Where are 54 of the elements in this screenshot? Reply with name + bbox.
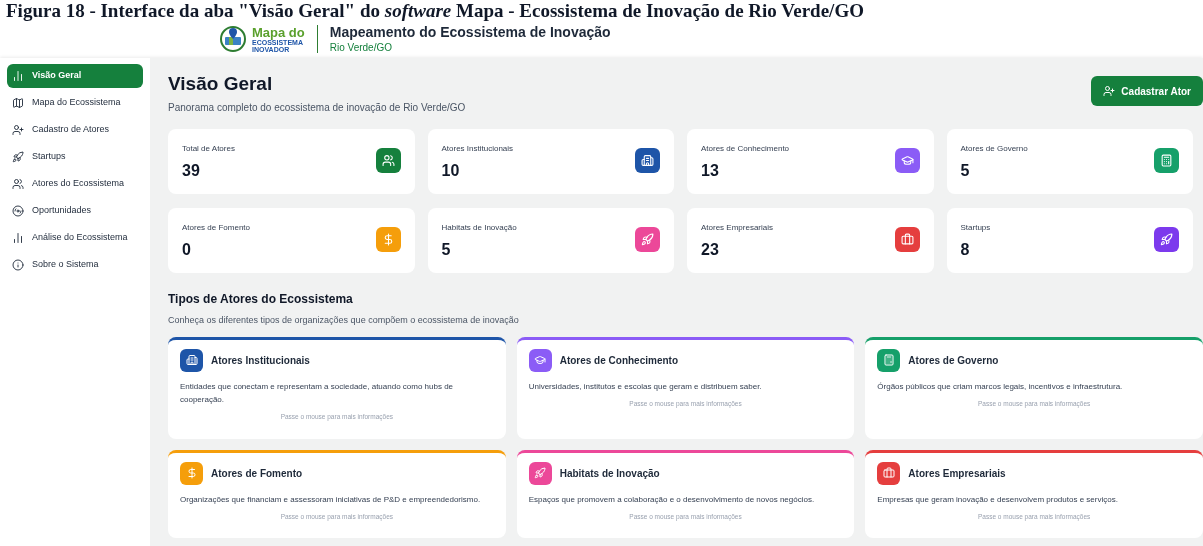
- card-title: Atores de Governo: [908, 353, 999, 368]
- card-description: Espaços que promovem a colaboração e o desenvolvimento de novos negócios.: [528, 493, 816, 506]
- card-description: Órgãos públicos que criam marcos legais, incentivos e infraestrutura.: [877, 380, 1124, 393]
- stat-label: Atores de Governo: [960, 143, 1028, 155]
- card-description: Empresas que geram inovação e desenvolvem produtos e serviços.: [877, 493, 1119, 506]
- stat-value: 23: [701, 240, 720, 260]
- stat-label: Startups: [960, 222, 991, 234]
- app-title: Mapeamento do Ecossistema de Inovação: [329, 24, 611, 42]
- rocket-icon: [12, 151, 24, 163]
- chart-icon: [12, 232, 24, 244]
- logo-title: Mapa do: [252, 25, 305, 39]
- page-subtitle: Panorama completo do ecossistema de inovação de Rio Verde/GO: [168, 101, 466, 115]
- chart-icon: [12, 70, 24, 82]
- section-title: Tipos de Atores do Ecossistema: [168, 291, 354, 308]
- card-title: Habitats de Inovação: [559, 466, 660, 481]
- user-plus-icon: [12, 124, 24, 136]
- card-title: Atores de Fomento: [211, 466, 303, 481]
- sidebar-item[interactable]: Oportunidades: [7, 199, 143, 223]
- sidebar-item[interactable]: Cadastro de Atores: [7, 118, 143, 142]
- map-icon: [12, 97, 24, 109]
- stat-label: Atores Institucionais: [441, 143, 514, 155]
- sidebar-item[interactable]: Atores do Ecossistema: [7, 172, 143, 196]
- sidebar-item[interactable]: Análise do Ecossistema: [7, 226, 143, 250]
- sidebar-item[interactable]: Startups: [7, 145, 143, 169]
- stat-label: Atores de Conhecimento: [701, 143, 790, 155]
- section-subtitle: Conheça os diferentes tipos de organizações que compõem o ecossistema de inovação: [168, 314, 520, 327]
- stat-value: 10: [441, 161, 461, 181]
- info-icon: [12, 259, 24, 271]
- stat-value: 13: [701, 161, 720, 181]
- stat-value: 5: [960, 161, 971, 181]
- card-title: Atores Institucionais: [211, 353, 310, 368]
- stat-value: 5: [441, 240, 452, 260]
- sidebar-item[interactable]: Mapa do Ecossistema: [7, 91, 143, 115]
- card-title: Atores Empresariais: [908, 466, 1006, 481]
- card-description: Universidades, institutos e escolas que geram e distribuem saber.: [528, 380, 763, 393]
- sidebar-item[interactable]: Sobre o Sistema: [7, 253, 143, 277]
- sidebar-item[interactable]: Visão Geral: [7, 64, 143, 88]
- stat-label: Atores de Fomento: [182, 222, 251, 234]
- card-title: Atores de Conhecimento: [559, 353, 678, 368]
- stat-label: Total de Atores: [182, 143, 235, 155]
- add-actor-button[interactable]: Cadastrar Ator: [1091, 76, 1203, 106]
- logo-icon: [218, 25, 248, 53]
- user-plus-icon: [1103, 85, 1116, 97]
- stat-value: 39: [182, 161, 201, 181]
- card-description: Entidades que conectam e representam a sociedade, atuando como hubs de cooperação.: [180, 380, 455, 406]
- app-subtitle: Rio Verde/GO: [329, 41, 393, 54]
- stat-label: Atores Empresariais: [701, 222, 774, 234]
- card-description: Organizações que financiam e assessoram iniciativas de P&D e empreendedorismo.: [180, 493, 482, 506]
- figure-caption: Figura 18 - Interface da aba "Visão Geral" do software Mapa - Ecossistema de Inovação de Rio Verde/GO: [5, 0, 865, 22]
- stat-value: 0: [182, 240, 192, 260]
- users-icon: [12, 178, 24, 190]
- stat-value: 8: [960, 240, 971, 260]
- page-title: Visão Geral: [168, 72, 274, 96]
- stat-label: Habitats de Inovação: [441, 222, 517, 234]
